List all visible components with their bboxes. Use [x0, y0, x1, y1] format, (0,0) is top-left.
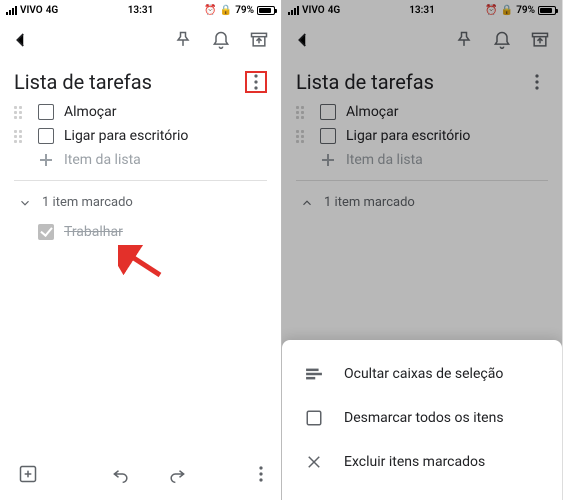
network-label: 4G	[46, 5, 59, 16]
phone-left: VIVO 4G 13:31 ⏰ 🔒 79% Lista de tare	[0, 0, 281, 500]
checkbox[interactable]	[38, 104, 54, 120]
redo-button[interactable]	[167, 464, 187, 488]
overflow-button[interactable]	[259, 466, 263, 486]
drag-handle-icon	[296, 154, 310, 167]
item-text: Almoçar	[346, 104, 399, 120]
battery-icon	[257, 6, 275, 15]
add-button[interactable]	[18, 464, 38, 488]
clock: 13:31	[409, 5, 435, 16]
list-item[interactable]: Ligar para escritório	[12, 124, 273, 148]
drag-handle-icon	[296, 130, 310, 143]
add-item-row[interactable]: Item da lista	[12, 148, 273, 172]
action-sheet: Ocultar caixas de seleção Desmarcar todo…	[282, 340, 562, 500]
list-item: Ligar para escritório	[294, 124, 554, 148]
signal-icon	[6, 6, 17, 15]
app-header	[282, 20, 562, 62]
lock-icon: 🔒	[220, 5, 232, 16]
lock-icon: 🔒	[501, 5, 513, 16]
item-text[interactable]: Almoçar	[64, 104, 117, 120]
option-label: Excluir itens marcados	[344, 454, 485, 470]
archive-button[interactable]	[249, 30, 269, 54]
checked-section-toggle: 1 item marcado	[282, 189, 562, 220]
drag-handle-icon	[296, 106, 310, 119]
add-item-placeholder: Item da lista	[346, 152, 423, 168]
uncheck-all-option[interactable]: Desmarcar todos os itens	[282, 396, 562, 440]
bottom-toolbar	[0, 454, 281, 500]
checklist: Almoçar Ligar para escritório Item da li…	[0, 100, 281, 172]
close-icon	[304, 452, 324, 472]
back-button[interactable]	[12, 31, 30, 53]
network-label: 4G	[328, 5, 341, 16]
reminder-button[interactable]	[492, 30, 512, 54]
divider	[296, 180, 548, 181]
delete-checked-option[interactable]: Excluir itens marcados	[282, 440, 562, 484]
list-item[interactable]: Almoçar	[12, 100, 273, 124]
pin-button[interactable]	[454, 30, 474, 54]
item-text[interactable]: Ligar para escritório	[64, 128, 188, 144]
drag-handle-icon[interactable]	[14, 106, 28, 119]
alarm-icon: ⏰	[204, 5, 216, 16]
checklist: Almoçar Ligar para escritório Item da li…	[282, 100, 562, 172]
plus-icon	[38, 152, 54, 168]
status-bar: VIVO 4G 13:31 ⏰ 🔒 79%	[282, 0, 562, 20]
item-text[interactable]: Trabalhar	[64, 224, 123, 240]
battery-pct: 79%	[516, 5, 535, 16]
checkbox-outline-icon	[304, 408, 324, 428]
plus-icon	[320, 152, 336, 168]
hide-checkboxes-option[interactable]: Ocultar caixas de seleção	[282, 352, 562, 396]
pin-button[interactable]	[173, 30, 193, 54]
checkbox	[320, 128, 336, 144]
divider	[14, 180, 267, 181]
reminder-button[interactable]	[211, 30, 231, 54]
signal-icon	[288, 6, 299, 15]
archive-button[interactable]	[530, 30, 550, 54]
note-title: Lista de tarefas	[296, 70, 434, 94]
item-text: Ligar para escritório	[346, 128, 470, 144]
carrier-label: VIVO	[20, 5, 43, 16]
back-button[interactable]	[294, 31, 312, 53]
checkbox[interactable]	[38, 128, 54, 144]
list-icon	[304, 364, 324, 384]
add-item-placeholder: Item da lista	[64, 152, 141, 168]
phone-right: VIVO 4G 13:31 ⏰ 🔒 79% Lista de tare	[281, 0, 562, 500]
checked-section-label: 1 item marcado	[42, 195, 133, 210]
drag-handle-icon	[14, 154, 28, 167]
annotation-arrow	[118, 245, 164, 285]
clock: 13:31	[128, 5, 154, 16]
drag-handle-icon	[14, 226, 28, 239]
list-item: Almoçar	[294, 100, 554, 124]
app-header	[0, 20, 281, 62]
alarm-icon: ⏰	[485, 5, 497, 16]
list-item-checked[interactable]: Trabalhar	[12, 220, 273, 244]
drag-handle-icon[interactable]	[14, 130, 28, 143]
option-label: Ocultar caixas de seleção	[344, 366, 503, 382]
add-item-row: Item da lista	[294, 148, 554, 172]
chevron-down-icon	[18, 196, 32, 210]
checkbox	[320, 104, 336, 120]
checked-section-toggle[interactable]: 1 item marcado	[0, 189, 281, 220]
option-label: Desmarcar todos os itens	[344, 410, 504, 426]
carrier-label: VIVO	[302, 5, 325, 16]
chevron-up-icon	[300, 196, 314, 210]
battery-pct: 79%	[235, 5, 254, 16]
more-menu-button[interactable]	[526, 71, 548, 93]
undo-button[interactable]	[111, 464, 131, 488]
battery-icon	[538, 6, 556, 15]
checked-section-label: 1 item marcado	[324, 195, 415, 210]
checkbox-checked[interactable]	[38, 224, 54, 240]
note-title[interactable]: Lista de tarefas	[14, 70, 152, 94]
status-bar: VIVO 4G 13:31 ⏰ 🔒 79%	[0, 0, 281, 20]
more-menu-button[interactable]	[245, 71, 267, 93]
